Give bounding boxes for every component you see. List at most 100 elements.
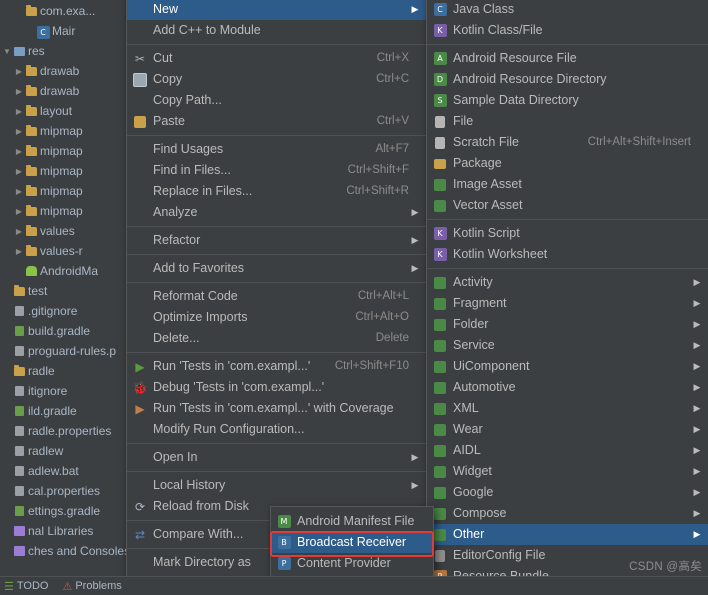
- menu-item-label: Run 'Tests in 'com.exampl...': [153, 359, 311, 373]
- status-bar: ☰ TODO ⚠ Problems: [0, 576, 708, 595]
- menu-item-local-history[interactable]: Local History ▶: [127, 475, 427, 496]
- menu-item-modify-run-configuration[interactable]: Modify Run Configuration...: [127, 419, 427, 440]
- copy-icon: [127, 72, 153, 87]
- menu-item-copy-path[interactable]: Copy Path...: [127, 90, 427, 111]
- menu-separator: [427, 268, 708, 269]
- menu-item-folder[interactable]: Folder ▶: [427, 314, 708, 335]
- menu-item-content-provider[interactable]: P Content Provider: [271, 553, 433, 574]
- menu-item-label: Android Resource Directory: [453, 72, 607, 86]
- menu-item-kotlin-class-file[interactable]: K Kotlin Class/File: [427, 20, 708, 41]
- menu-item-broadcast-receiver[interactable]: B Broadcast Receiver: [271, 532, 433, 553]
- menu-separator: [127, 471, 427, 472]
- chevron-right-icon[interactable]: ▶: [14, 242, 24, 262]
- menu-item-google[interactable]: Google ▶: [427, 482, 708, 503]
- menu-item-activity[interactable]: Activity ▶: [427, 272, 708, 293]
- menu-item-add-to-favorites[interactable]: Add to Favorites ▶: [127, 258, 427, 279]
- submenu-arrow-icon: ▶: [693, 529, 701, 539]
- menu-item-find-usages[interactable]: Find Usages Alt+F7: [127, 139, 427, 160]
- run-icon: ▶: [135, 359, 145, 374]
- menu-item-fragment[interactable]: Fragment ▶: [427, 293, 708, 314]
- menu-item-label: Automotive: [453, 380, 516, 394]
- menu-item-label: Optimize Imports: [153, 310, 248, 324]
- android-comp-icon: [427, 360, 453, 373]
- menu-item-run-tests-coverage[interactable]: ▶ Run 'Tests in 'com.exampl...' with Cove…: [127, 398, 427, 419]
- chevron-right-icon[interactable]: ▶: [14, 122, 24, 142]
- menu-separator: [127, 44, 427, 45]
- menu-item-automotive[interactable]: Automotive ▶: [427, 377, 708, 398]
- menu-item-widget[interactable]: Widget ▶: [427, 461, 708, 482]
- tree-item-label: test: [28, 283, 48, 298]
- menu-item-replace-in-files[interactable]: Replace in Files... Ctrl+Shift+R: [127, 181, 427, 202]
- menu-item-refactor[interactable]: Refactor ▶: [127, 230, 427, 251]
- file-icon: [427, 115, 453, 128]
- menu-item-find-in-files[interactable]: Find in Files... Ctrl+Shift+F: [127, 160, 427, 181]
- menu-item-optimize-imports[interactable]: Optimize Imports Ctrl+Alt+O: [127, 307, 427, 328]
- menu-item-label: Fragment: [453, 296, 507, 310]
- menu-item-uicomponent[interactable]: UiComponent ▶: [427, 356, 708, 377]
- menu-item-add-cpp-to-module[interactable]: Add C++ to Module: [127, 20, 427, 41]
- menu-item-kotlin-worksheet[interactable]: K Kotlin Worksheet: [427, 244, 708, 265]
- tree-item-label: mipmap: [40, 143, 83, 158]
- menu-item-new[interactable]: New ▶: [127, 0, 427, 20]
- menu-item-copy[interactable]: Copy Ctrl+C: [127, 69, 427, 90]
- chevron-down-icon[interactable]: ▼: [2, 42, 12, 62]
- menu-item-reformat-code[interactable]: Reformat Code Ctrl+Alt+L: [127, 286, 427, 307]
- menu-item-shortcut: Ctrl+V: [376, 115, 409, 127]
- chevron-right-icon[interactable]: ▶: [14, 162, 24, 182]
- chevron-right-icon[interactable]: ▶: [14, 62, 24, 82]
- menu-item-aidl[interactable]: AIDL ▶: [427, 440, 708, 461]
- menu-item-open-in[interactable]: Open In ▶: [127, 447, 427, 468]
- menu-item-image-asset[interactable]: Image Asset: [427, 174, 708, 195]
- tree-item-label: com.exa...: [40, 3, 96, 18]
- sample-dir-icon: S: [427, 94, 453, 107]
- chevron-right-icon[interactable]: ▶: [14, 182, 24, 202]
- menu-item-scratch-file[interactable]: Scratch File Ctrl+Alt+Shift+Insert: [427, 132, 708, 153]
- file-icon: [12, 461, 26, 481]
- menu-item-other[interactable]: Other ▶: [427, 524, 708, 545]
- todo-tool-button[interactable]: ☰ TODO: [0, 580, 58, 593]
- chevron-right-icon[interactable]: ▶: [14, 222, 24, 242]
- menu-item-java-class[interactable]: C Java Class: [427, 0, 708, 20]
- menu-item-vector-asset[interactable]: Vector Asset: [427, 195, 708, 216]
- menu-item-xml[interactable]: XML ▶: [427, 398, 708, 419]
- class-icon: C: [36, 21, 50, 41]
- menu-item-label: Java Class: [453, 2, 515, 16]
- chevron-right-icon[interactable]: ▶: [14, 202, 24, 222]
- folder-icon: [24, 101, 38, 121]
- menu-item-package[interactable]: Package: [427, 153, 708, 174]
- android-comp-icon: [427, 339, 453, 352]
- new-submenu[interactable]: C Java Class K Kotlin Class/File A Android Re…: [426, 0, 708, 595]
- menu-item-android-resource-file[interactable]: A Android Resource File: [427, 48, 708, 69]
- menu-item-paste[interactable]: Paste Ctrl+V: [127, 111, 427, 132]
- menu-item-sample-data-directory[interactable]: S Sample Data Directory: [427, 90, 708, 111]
- menu-item-debug-tests[interactable]: 🐞 Debug 'Tests in 'com.exampl...': [127, 377, 427, 398]
- menu-item-service[interactable]: Service ▶: [427, 335, 708, 356]
- tree-item-label: ettings.gradle: [28, 503, 101, 518]
- provider-icon: P: [271, 557, 297, 570]
- menu-item-shortcut: Ctrl+Shift+F: [347, 164, 409, 176]
- chevron-right-icon[interactable]: ▶: [14, 82, 24, 102]
- menu-item-delete[interactable]: Delete... Delete: [127, 328, 427, 349]
- image-asset-icon: [427, 178, 453, 191]
- menu-item-file[interactable]: File: [427, 111, 708, 132]
- chevron-right-icon[interactable]: ▶: [14, 142, 24, 162]
- folder-icon: [24, 141, 38, 161]
- menu-item-kotlin-script[interactable]: K Kotlin Script: [427, 223, 708, 244]
- menu-item-wear[interactable]: Wear ▶: [427, 419, 708, 440]
- problems-tool-button[interactable]: ⚠ Problems: [58, 580, 131, 593]
- chevron-right-icon[interactable]: ▶: [14, 102, 24, 122]
- menu-item-label: Compose: [453, 506, 507, 520]
- menu-item-run-tests[interactable]: ▶ Run 'Tests in 'com.exampl...' Ctrl+Shift…: [127, 356, 427, 377]
- menu-item-cut[interactable]: ✂ Cut Ctrl+X: [127, 48, 427, 69]
- file-icon: [12, 301, 26, 321]
- menu-item-android-resource-directory[interactable]: D Android Resource Directory: [427, 69, 708, 90]
- menu-item-label: Cut: [153, 51, 173, 65]
- tree-item-label: radle.properties: [28, 423, 112, 438]
- menu-item-compose[interactable]: Compose ▶: [427, 503, 708, 524]
- submenu-arrow-icon: ▶: [693, 403, 701, 413]
- menu-item-android-manifest-file[interactable]: M Android Manifest File: [271, 511, 433, 532]
- menu-item-shortcut: Ctrl+Alt+Shift+Insert: [587, 136, 691, 148]
- tree-item-label: build.gradle: [28, 323, 91, 338]
- menu-item-analyze[interactable]: Analyze ▶: [127, 202, 427, 223]
- menu-item-shortcut: Ctrl+Shift+R: [346, 185, 409, 197]
